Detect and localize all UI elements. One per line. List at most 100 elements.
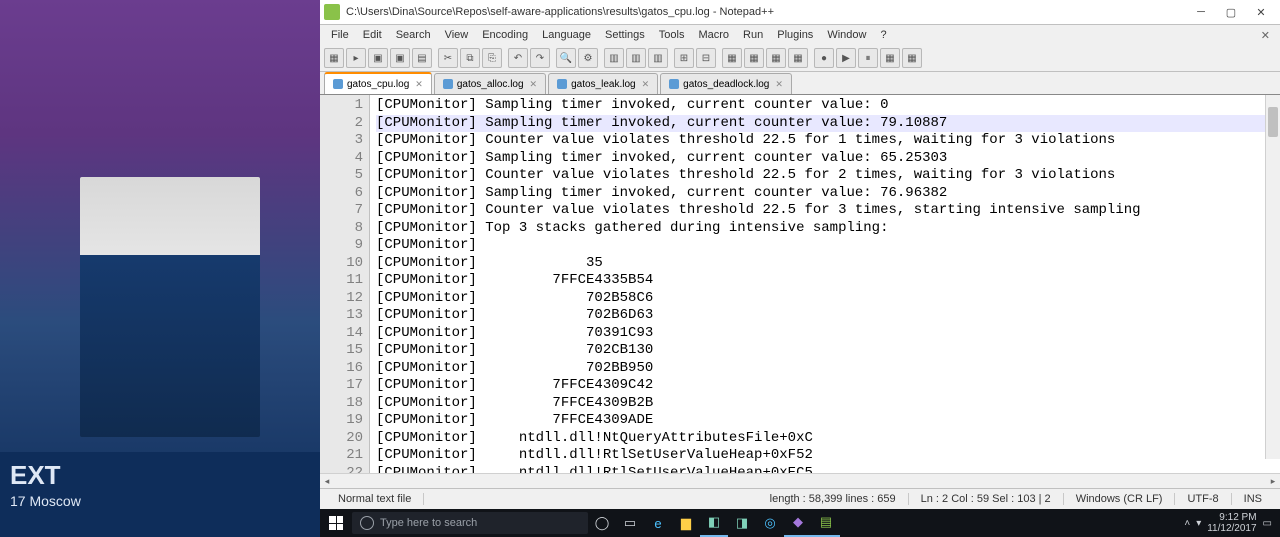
toolbar-button-1[interactable]: ▸ (346, 48, 366, 68)
notepad-plus-plus-icon[interactable]: ▤ (812, 509, 840, 537)
toolbar-button-25[interactable]: ▦ (766, 48, 786, 68)
line-10[interactable]: [CPUMonitor] 35 (376, 255, 1274, 273)
menu-file[interactable]: File (324, 27, 356, 43)
notifications-icon[interactable]: ▭ (1263, 518, 1272, 529)
line-6[interactable]: [CPUMonitor] Sampling timer invoked, cur… (376, 185, 1274, 203)
visual-studio-icon[interactable]: ◆ (784, 509, 812, 537)
menu-settings[interactable]: Settings (598, 27, 652, 43)
line-2[interactable]: [CPUMonitor] Sampling timer invoked, cur… (376, 115, 1274, 133)
tab-gatos_cpu-log[interactable]: gatos_cpu.log✕ (324, 72, 432, 94)
line-21[interactable]: [CPUMonitor] ntdll.dll!RtlSetUserValueHe… (376, 447, 1274, 465)
tab-close-icon[interactable]: ✕ (775, 79, 783, 90)
menu-window[interactable]: Window (820, 27, 873, 43)
line-19[interactable]: [CPUMonitor] 7FFCE4309ADE (376, 412, 1274, 430)
scroll-right-arrow[interactable]: ▸ (1266, 476, 1280, 487)
menu-plugins[interactable]: Plugins (770, 27, 820, 43)
horizontal-scrollbar[interactable]: ◂ ▸ (320, 473, 1280, 488)
line-8[interactable]: [CPUMonitor] Top 3 stacks gathered durin… (376, 220, 1274, 238)
maximize-button[interactable]: ▢ (1216, 2, 1246, 22)
menu-language[interactable]: Language (535, 27, 598, 43)
scroll-thumb[interactable] (1268, 107, 1278, 137)
toolbar-button-7[interactable]: ⧉ (460, 48, 480, 68)
tray-network-icon[interactable]: ▾ (1196, 518, 1201, 529)
menu-encoding[interactable]: Encoding (475, 27, 535, 43)
toolbar-button-16[interactable]: ▥ (604, 48, 624, 68)
taskbar-clock[interactable]: 9:12 PM 11/12/2017 (1207, 512, 1256, 534)
title-bar[interactable]: C:\Users\Dina\Source\Repos\self-aware-ap… (320, 0, 1280, 25)
app-icon-1[interactable]: ◧ (700, 509, 728, 537)
system-tray[interactable]: ˄ ▾ 9:12 PM 11/12/2017 ▭ (1184, 512, 1280, 534)
line-3[interactable]: [CPUMonitor] Counter value violates thre… (376, 132, 1274, 150)
toolbar-button-4[interactable]: ▤ (412, 48, 432, 68)
tool-bar: ▦▸▣▣▤✂⧉⎘↶↷🔍⚙▥▥▥⊞⊟▦▦▦▦●▶⏸▦▦ (320, 45, 1280, 72)
line-17[interactable]: [CPUMonitor] 7FFCE4309C42 (376, 377, 1274, 395)
menu-search[interactable]: Search (389, 27, 438, 43)
tab-close-icon[interactable]: ✕ (642, 79, 650, 90)
line-9[interactable]: [CPUMonitor] (376, 237, 1274, 255)
toolbar-button-2[interactable]: ▣ (368, 48, 388, 68)
file-icon (333, 79, 343, 89)
start-button[interactable] (320, 509, 352, 537)
toolbar-button-29[interactable]: ▶ (836, 48, 856, 68)
line-15[interactable]: [CPUMonitor] 702CB130 (376, 342, 1274, 360)
menu-edit[interactable]: Edit (356, 27, 389, 43)
toolbar-button-17[interactable]: ▥ (626, 48, 646, 68)
status-length: length : 58,399 lines : 659 (758, 493, 909, 505)
line-22[interactable]: [CPUMonitor] ntdll.dll!RtlSetUserValueHe… (376, 465, 1274, 474)
line-13[interactable]: [CPUMonitor] 702B6D63 (376, 307, 1274, 325)
toolbar-button-31[interactable]: ▦ (880, 48, 900, 68)
line-12[interactable]: [CPUMonitor] 702B58C6 (376, 290, 1274, 308)
line-18[interactable]: [CPUMonitor] 7FFCE4309B2B (376, 395, 1274, 413)
menu-run[interactable]: Run (736, 27, 770, 43)
app-icon-2[interactable]: ◨ (728, 509, 756, 537)
toolbar-button-6[interactable]: ✂ (438, 48, 458, 68)
tab-gatos_alloc-log[interactable]: gatos_alloc.log✕ (434, 73, 546, 94)
line-20[interactable]: [CPUMonitor] ntdll.dll!NtQueryAttributes… (376, 430, 1274, 448)
app-icon-3[interactable]: ◎ (756, 509, 784, 537)
tray-chevron-icon[interactable]: ˄ (1184, 518, 1190, 529)
toolbar-button-20[interactable]: ⊞ (674, 48, 694, 68)
cortana-icon[interactable]: ◯ (588, 509, 616, 537)
toolbar-button-14[interactable]: ⚙ (578, 48, 598, 68)
tab-close-icon[interactable]: ✕ (530, 79, 538, 90)
minimize-button[interactable]: ─ (1186, 2, 1216, 22)
tab-close-icon[interactable]: ✕ (415, 79, 423, 90)
toolbar-button-0[interactable]: ▦ (324, 48, 344, 68)
secondary-close-button[interactable]: ✕ (1255, 29, 1276, 42)
task-view-icon[interactable]: ▭ (616, 509, 644, 537)
menu-macro[interactable]: Macro (691, 27, 736, 43)
toolbar-button-18[interactable]: ▥ (648, 48, 668, 68)
line-4[interactable]: [CPUMonitor] Sampling timer invoked, cur… (376, 150, 1274, 168)
toolbar-button-10[interactable]: ↶ (508, 48, 528, 68)
line-14[interactable]: [CPUMonitor] 70391C93 (376, 325, 1274, 343)
menu-view[interactable]: View (438, 27, 476, 43)
line-7[interactable]: [CPUMonitor] Counter value violates thre… (376, 202, 1274, 220)
tab-gatos_leak-log[interactable]: gatos_leak.log✕ (548, 73, 658, 94)
vertical-scrollbar[interactable] (1265, 95, 1280, 459)
text-content[interactable]: [CPUMonitor] Sampling timer invoked, cur… (370, 95, 1280, 473)
tab-gatos_deadlock-log[interactable]: gatos_deadlock.log✕ (660, 73, 792, 94)
toolbar-button-28[interactable]: ● (814, 48, 834, 68)
taskbar-search[interactable]: Type here to search (352, 512, 588, 534)
menu-help[interactable]: ? (873, 27, 893, 43)
toolbar-button-13[interactable]: 🔍 (556, 48, 576, 68)
file-explorer-icon[interactable]: ▆ (672, 509, 700, 537)
toolbar-button-32[interactable]: ▦ (902, 48, 922, 68)
windows-taskbar[interactable]: Type here to search ◯ ▭ e ▆ ◧ ◨ ◎ ◆ ▤ ˄ … (320, 509, 1280, 537)
line-16[interactable]: [CPUMonitor] 702BB950 (376, 360, 1274, 378)
toolbar-button-8[interactable]: ⎘ (482, 48, 502, 68)
line-1[interactable]: [CPUMonitor] Sampling timer invoked, cur… (376, 97, 1274, 115)
toolbar-button-26[interactable]: ▦ (788, 48, 808, 68)
line-5[interactable]: [CPUMonitor] Counter value violates thre… (376, 167, 1274, 185)
toolbar-button-23[interactable]: ▦ (722, 48, 742, 68)
line-11[interactable]: [CPUMonitor] 7FFCE4335B54 (376, 272, 1274, 290)
menu-tools[interactable]: Tools (652, 27, 692, 43)
toolbar-button-11[interactable]: ↷ (530, 48, 550, 68)
edge-icon[interactable]: e (644, 509, 672, 537)
toolbar-button-3[interactable]: ▣ (390, 48, 410, 68)
close-button[interactable]: ✕ (1246, 2, 1276, 22)
scroll-left-arrow[interactable]: ◂ (320, 476, 334, 487)
toolbar-button-24[interactable]: ▦ (744, 48, 764, 68)
toolbar-button-30[interactable]: ⏸ (858, 48, 878, 68)
toolbar-button-21[interactable]: ⊟ (696, 48, 716, 68)
